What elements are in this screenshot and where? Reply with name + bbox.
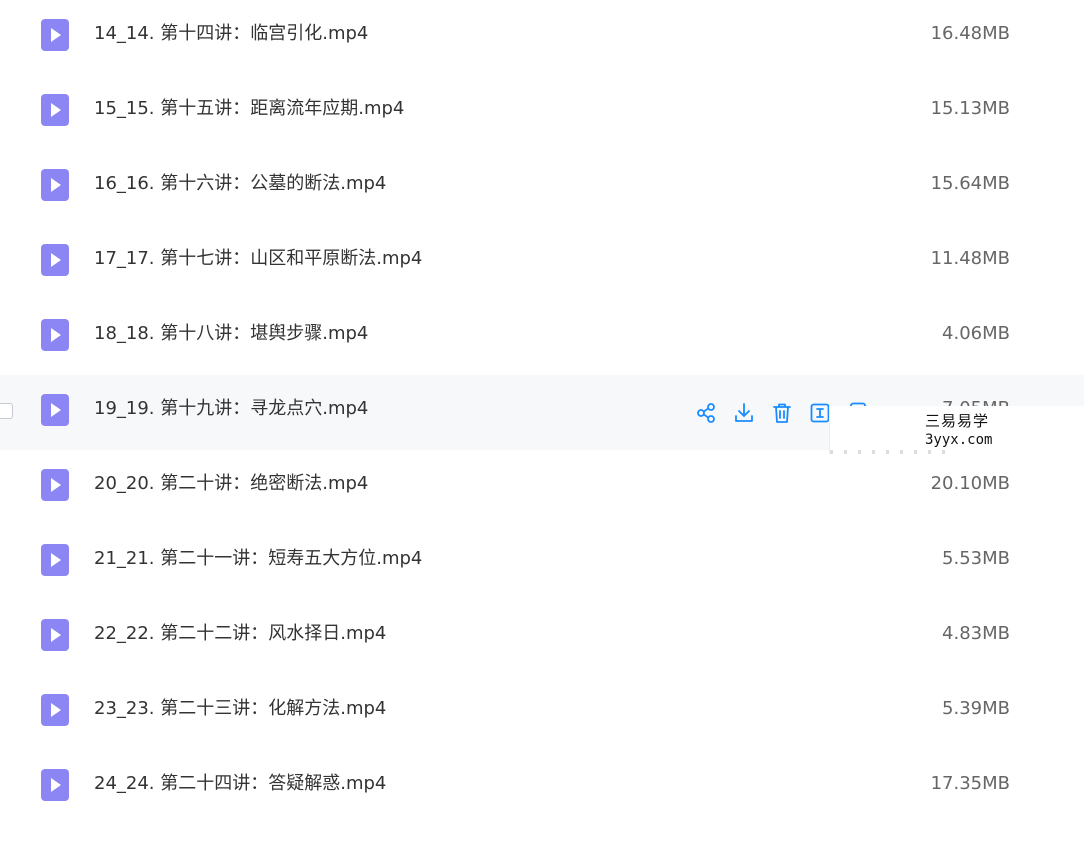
share-icon[interactable]: [694, 401, 718, 425]
video-file-icon: [41, 19, 69, 51]
file-name[interactable]: 24_24. 第二十四讲：答疑解惑.mp4: [94, 750, 386, 818]
file-size: 5.39MB: [942, 698, 1010, 719]
file-size: 15.13MB: [930, 98, 1010, 119]
video-file-icon: [41, 469, 69, 501]
file-name[interactable]: 19_19. 第十九讲：寻龙点穴.mp4: [94, 375, 368, 443]
file-name[interactable]: 17_17. 第十七讲：山区和平原断法.mp4: [94, 225, 422, 293]
file-name[interactable]: 15_15. 第十五讲：距离流年应期.mp4: [94, 75, 404, 143]
file-row[interactable]: 16_16. 第十六讲：公墓的断法.mp4 15.64MB: [0, 150, 1084, 225]
video-file-icon: [41, 619, 69, 651]
watermark-title: 三易易学: [925, 412, 990, 430]
file-name[interactable]: 18_18. 第十八讲：堪舆步骤.mp4: [94, 300, 368, 368]
file-name[interactable]: 14_14. 第十四讲：临宫引化.mp4: [94, 0, 368, 68]
file-row[interactable]: 23_23. 第二十三讲：化解方法.mp4 5.39MB: [0, 675, 1084, 750]
video-file-icon: [41, 394, 69, 426]
file-size: 20.10MB: [930, 473, 1010, 494]
file-row[interactable]: 15_15. 第十五讲：距离流年应期.mp4 15.13MB: [0, 75, 1084, 150]
watermark-dots: [830, 450, 950, 454]
delete-icon[interactable]: [770, 401, 794, 425]
file-name[interactable]: 23_23. 第二十三讲：化解方法.mp4: [94, 675, 386, 743]
video-file-icon: [41, 544, 69, 576]
file-size: 17.35MB: [930, 773, 1010, 794]
file-size: 4.06MB: [942, 323, 1010, 344]
file-row[interactable]: 17_17. 第十七讲：山区和平原断法.mp4 11.48MB: [0, 225, 1084, 300]
file-size: 5.53MB: [942, 548, 1010, 569]
video-file-icon: [41, 769, 69, 801]
file-size: 16.48MB: [930, 23, 1010, 44]
video-file-icon: [41, 94, 69, 126]
file-row[interactable]: 20_20. 第二十讲：绝密断法.mp4 20.10MB: [0, 450, 1084, 525]
file-row[interactable]: 24_24. 第二十四讲：答疑解惑.mp4 17.35MB: [0, 750, 1084, 825]
row-checkbox[interactable]: [0, 403, 13, 419]
watermark: 三易易学 3yyx.com: [829, 406, 1084, 454]
watermark-url: 3yyx.com: [925, 432, 993, 448]
file-name[interactable]: 21_21. 第二十一讲：短寿五大方位.mp4: [94, 525, 422, 593]
file-row[interactable]: 21_21. 第二十一讲：短寿五大方位.mp4 5.53MB: [0, 525, 1084, 600]
file-name[interactable]: 20_20. 第二十讲：绝密断法.mp4: [94, 450, 368, 518]
file-name[interactable]: 16_16. 第十六讲：公墓的断法.mp4: [94, 150, 386, 218]
file-size: 4.83MB: [942, 623, 1010, 644]
file-name[interactable]: 22_22. 第二十二讲：风水择日.mp4: [94, 600, 386, 668]
file-row[interactable]: 18_18. 第十八讲：堪舆步骤.mp4 4.06MB: [0, 300, 1084, 375]
video-file-icon: [41, 169, 69, 201]
video-file-icon: [41, 319, 69, 351]
file-size: 11.48MB: [930, 248, 1010, 269]
download-icon[interactable]: [732, 401, 756, 425]
file-row[interactable]: 22_22. 第二十二讲：风水择日.mp4 4.83MB: [0, 600, 1084, 675]
file-row[interactable]: 14_14. 第十四讲：临宫引化.mp4 16.48MB: [0, 0, 1084, 75]
video-file-icon: [41, 244, 69, 276]
video-file-icon: [41, 694, 69, 726]
file-size: 15.64MB: [930, 173, 1010, 194]
